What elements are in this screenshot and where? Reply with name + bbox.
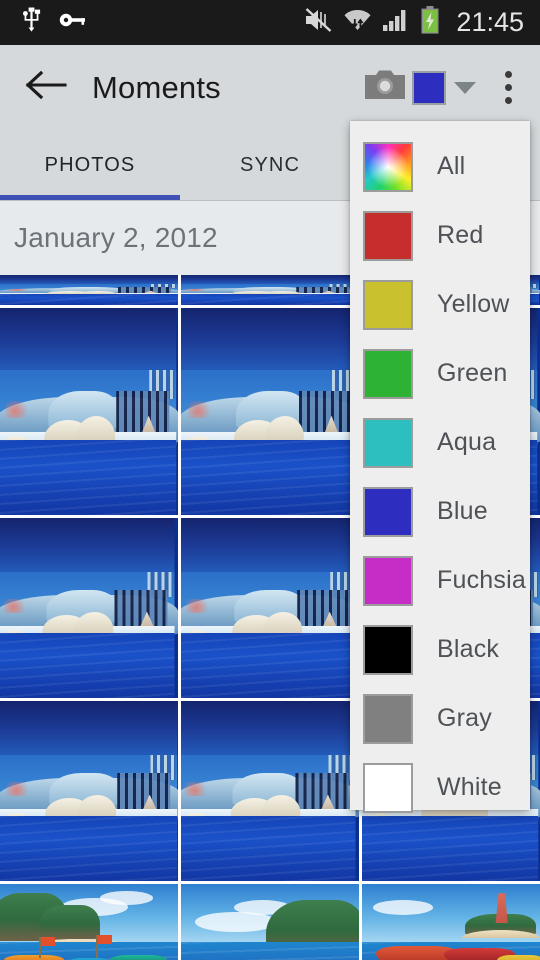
phone-screen: 21:45 Moments PHOTOS SYNC January 2, 201…	[0, 0, 540, 960]
photo-content-polar-bears	[181, 518, 359, 698]
action-bar: Moments	[0, 45, 540, 130]
date-label: January 2, 2012	[14, 222, 218, 253]
swatch-red-icon	[363, 210, 413, 261]
action-bar-actions	[358, 56, 540, 120]
photo-content-polar-bears	[0, 308, 178, 515]
camera-icon	[365, 69, 405, 106]
photo-content-tropical-mural	[0, 884, 178, 960]
menu-item-label: All	[437, 152, 466, 180]
photo-thumbnail[interactable]	[181, 275, 359, 305]
swatch-blue-icon	[363, 486, 413, 537]
photo-content-polar-bears	[0, 701, 178, 881]
dot-1	[504, 71, 512, 78]
photo-content-tropical-mural	[181, 884, 359, 960]
menu-item-red[interactable]: Red	[350, 201, 530, 270]
menu-item-label: Black	[437, 635, 500, 663]
menu-item-all[interactable]: All	[350, 132, 530, 201]
status-bar-left-icons	[0, 7, 304, 38]
vpn-key-icon	[59, 12, 86, 33]
menu-item-label: Gray	[437, 704, 492, 732]
photo-content-polar-bears	[181, 275, 359, 305]
photo-thumbnail[interactable]	[0, 701, 178, 881]
menu-item-blue[interactable]: Blue	[350, 477, 530, 546]
battery-charging-icon	[420, 6, 440, 39]
photo-thumbnail[interactable]	[181, 308, 359, 515]
color-filter-menu: All Red Yellow Green Aqua Blue Fuchsia B…	[350, 121, 530, 813]
swatch-white-icon	[363, 762, 413, 813]
menu-item-label: Aqua	[437, 428, 497, 456]
photo-content-polar-bears	[0, 518, 178, 698]
menu-item-fuchsia[interactable]: Fuchsia	[350, 546, 530, 615]
menu-item-black[interactable]: Black	[350, 615, 530, 684]
swatch-black-icon	[363, 624, 413, 675]
photo-thumbnail[interactable]	[0, 518, 178, 698]
back-arrow-icon	[25, 70, 67, 105]
photo-content-polar-bears	[181, 701, 359, 881]
page-title: Moments	[92, 69, 221, 105]
volume-mute-icon	[304, 7, 333, 38]
photo-thumbnail[interactable]	[181, 701, 359, 881]
photo-thumbnail[interactable]	[0, 275, 178, 305]
tab-photos[interactable]: PHOTOS	[0, 130, 180, 200]
photo-thumbnail[interactable]	[181, 518, 359, 698]
menu-item-gray[interactable]: Gray	[350, 684, 530, 753]
menu-item-aqua[interactable]: Aqua	[350, 408, 530, 477]
color-filter-button[interactable]	[412, 56, 486, 120]
dot-3	[504, 97, 512, 104]
dot-2	[504, 84, 512, 91]
menu-item-white[interactable]: White	[350, 753, 530, 822]
overflow-menu-button[interactable]	[486, 56, 530, 120]
tab-sync[interactable]: SYNC	[180, 130, 360, 200]
swatch-green-icon	[363, 348, 413, 399]
menu-item-yellow[interactable]: Yellow	[350, 270, 530, 339]
clock-time: 21:45	[456, 7, 524, 37]
menu-item-label: Yellow	[437, 290, 510, 318]
chevron-down-icon	[454, 81, 476, 94]
selected-color-swatch	[412, 70, 446, 105]
photo-content-polar-bears	[0, 275, 178, 305]
menu-item-label: White	[437, 773, 502, 801]
photo-thumbnail[interactable]	[362, 884, 540, 960]
menu-item-label: Red	[437, 221, 484, 249]
menu-item-green[interactable]: Green	[350, 339, 530, 408]
swatch-aqua-icon	[363, 417, 413, 468]
status-bar: 21:45	[0, 0, 540, 45]
photo-thumbnail[interactable]	[0, 884, 178, 960]
wifi-icon	[344, 7, 371, 38]
swatch-all-icon	[363, 141, 413, 192]
cell-signal-icon	[382, 8, 409, 37]
back-button[interactable]	[14, 70, 78, 105]
photo-content-tropical-mural	[362, 884, 540, 960]
status-bar-right-icons: 21:45	[304, 6, 540, 39]
menu-item-label: Fuchsia	[437, 566, 526, 594]
menu-item-label: Blue	[437, 497, 488, 525]
photo-thumbnail[interactable]	[181, 884, 359, 960]
swatch-fuchsia-icon	[363, 555, 413, 606]
menu-item-label: Green	[437, 359, 508, 387]
swatch-gray-icon	[363, 693, 413, 744]
photo-grid-row	[0, 884, 540, 960]
photo-thumbnail[interactable]	[0, 308, 178, 515]
photo-content-polar-bears	[181, 308, 359, 515]
swatch-yellow-icon	[363, 279, 413, 330]
camera-button[interactable]	[358, 56, 412, 120]
usb-icon	[22, 7, 41, 38]
